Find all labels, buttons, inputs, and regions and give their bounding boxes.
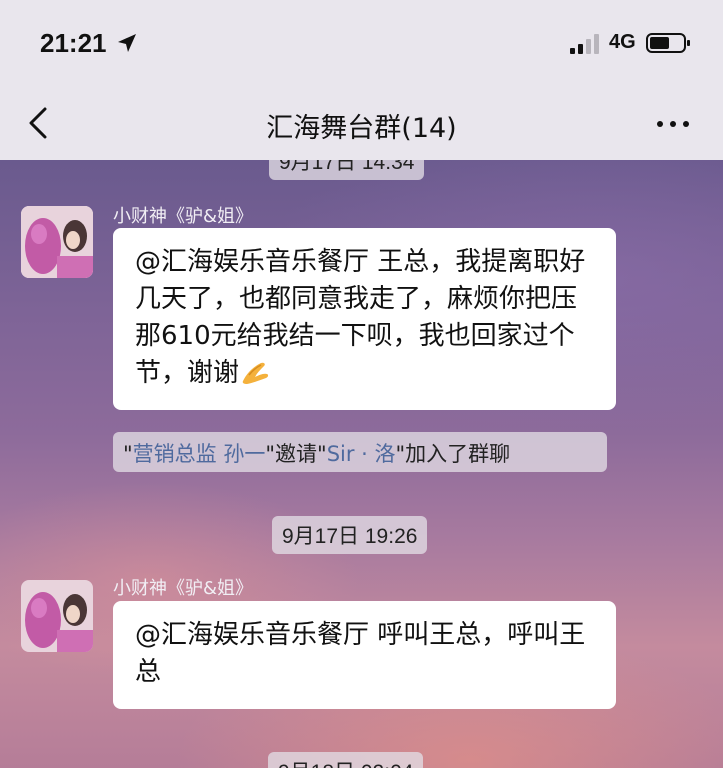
network-type: 4G [609,31,636,53]
avatar-image [21,206,93,278]
avatar[interactable] [21,206,93,278]
signal-bars-icon [570,34,599,54]
timestamp-chip: 9月17日 19:26 [272,516,428,554]
notice-tail: "加入了群聊 [395,442,511,466]
ok-hand-emoji [242,362,269,384]
message-text: @汇海娱乐音乐餐厅 王总，我提离职好几天了，也都同意我走了，麻烦你把压那610元… [135,247,586,388]
timestamp-chip: 9月18日 02:04 [268,752,424,768]
message-text: @汇海娱乐音乐餐厅 呼叫王总，呼叫王总 [135,620,586,687]
nav-bar: 汇海舞台群(14) [0,88,723,160]
more-dots-icon[interactable] [653,114,693,134]
notice-quote: " [123,442,133,466]
battery-icon [646,33,690,53]
notice-mid: "邀请" [265,442,327,466]
sender-name: 小财神《驴&姐》 [113,206,254,227]
location-arrow-icon [118,34,136,52]
invitee-link[interactable]: Sir · 洛 [327,442,396,466]
status-bar: 21:21 4G [0,0,723,88]
message-bubble[interactable]: @汇海娱乐音乐餐厅 呼叫王总，呼叫王总 [113,601,616,709]
system-notice: "营销总监 孙一"邀请"Sir · 洛"加入了群聊 [113,432,607,472]
inviter-link[interactable]: 营销总监 孙一 [133,442,266,466]
chat-title: 汇海舞台群(14) [266,113,457,144]
sender-name: 小财神《驴&姐》 [113,578,254,599]
avatar[interactable] [21,580,93,652]
avatar-image [21,580,93,652]
status-time: 21:21 [40,28,107,58]
message-bubble[interactable]: @汇海娱乐音乐餐厅 王总，我提离职好几天了，也都同意我走了，麻烦你把压那610元… [113,228,616,410]
timestamp-chip: 9月17日 14:34 [269,160,425,180]
chat-area[interactable]: 9月17日 14:34 小财神《驴&姐》 @汇海娱乐音乐餐厅 王总，我提离职好几… [0,160,723,768]
